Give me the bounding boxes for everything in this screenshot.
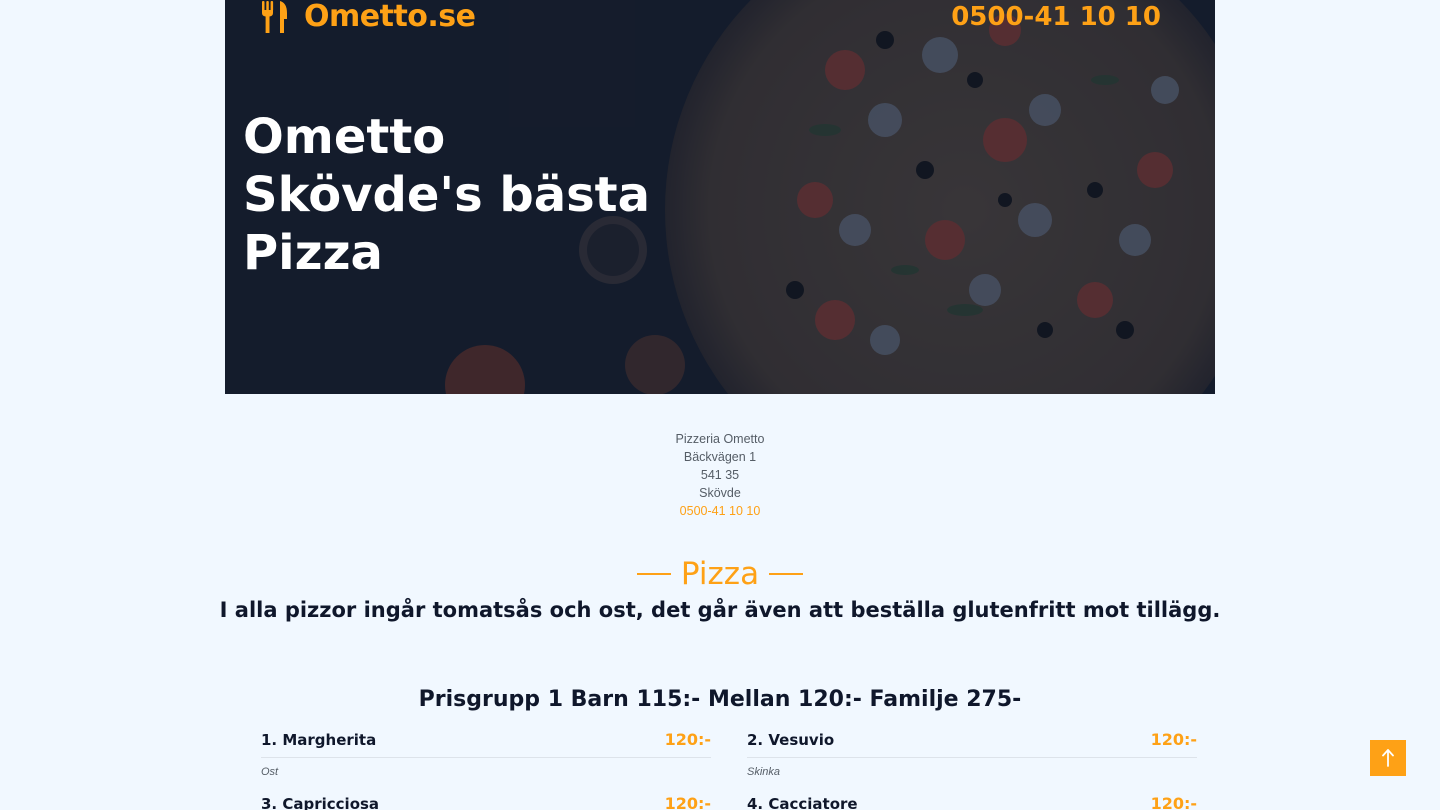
- price-group-title: Prisgrupp 1 Barn 115:- Mellan 120:- Fami…: [418, 687, 1022, 712]
- section-title: Pizza: [680, 556, 760, 592]
- menu-item-name: 2. Vesuvio: [747, 731, 835, 749]
- hero-title-line: Skövde's bästa: [243, 167, 651, 223]
- header-phone-link[interactable]: 0500-41 10 10: [951, 0, 1161, 34]
- menu-item: 2. Vesuvio 120:- Skinka: [747, 730, 1197, 778]
- menu-item-name: 3. Capricciosa: [261, 795, 380, 810]
- hero-title-line: Pizza: [243, 225, 383, 281]
- heading-line-right: [769, 573, 804, 575]
- hero-banner: Ometto.se 0500-41 10 10 Ometto Skövde's …: [225, 0, 1215, 394]
- brand-name: Ometto.se: [304, 0, 476, 34]
- menu-item: 3. Capricciosa 120:-: [261, 794, 711, 810]
- utensils-icon: [262, 1, 287, 33]
- address-block: Pizzeria Ometto Bäckvägen 1 541 35 Skövd…: [0, 430, 1440, 520]
- brand-logo[interactable]: Ometto.se: [260, 0, 476, 34]
- section-heading: Pizza: [0, 556, 1440, 592]
- menu-item-price: 120:-: [1150, 794, 1197, 810]
- menu-item-price: 120:-: [1150, 730, 1197, 749]
- hero-title-line: Ometto: [243, 109, 446, 165]
- heading-line-left: [636, 573, 671, 575]
- menu-item-name: 1. Margherita: [261, 731, 377, 749]
- section-description: I alla pizzor ingår tomatsås och ost, de…: [219, 598, 1221, 622]
- menu-item-name: 4. Cacciatore: [747, 795, 858, 810]
- address-phone-link[interactable]: 0500-41 10 10: [680, 504, 761, 518]
- zip-code: 541 35: [700, 468, 740, 482]
- arrow-up-icon: [1382, 749, 1394, 767]
- city: Skövde: [699, 486, 741, 500]
- menu-item: 4. Cacciatore 120:-: [747, 794, 1197, 810]
- menu-item-price: 120:-: [664, 794, 711, 810]
- hero-title: Ometto Skövde's bästa Pizza: [243, 108, 650, 282]
- menu-item-description: Skinka: [747, 766, 781, 778]
- menu-item-price: 120:-: [664, 730, 711, 749]
- menu-item-description: Ost: [261, 766, 279, 778]
- restaurant-name: Pizzeria Ometto: [675, 432, 765, 446]
- menu-item: 1. Margherita 120:- Ost: [261, 730, 711, 778]
- back-to-top-button[interactable]: [1370, 740, 1406, 776]
- street-address: Bäckvägen 1: [683, 450, 757, 464]
